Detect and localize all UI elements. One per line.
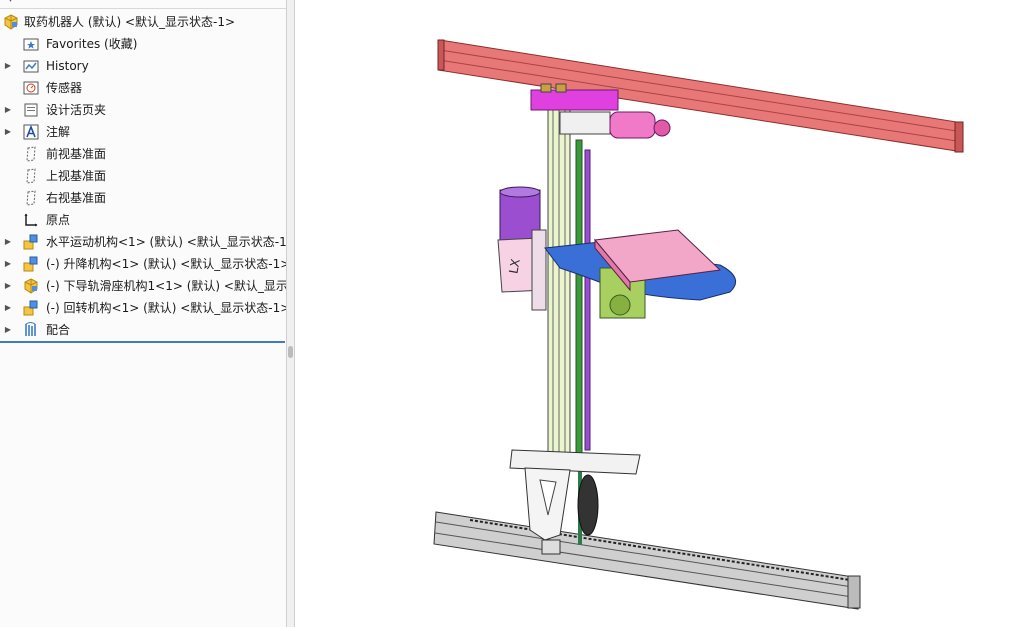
tree-item-label: 设计活页夹	[46, 103, 107, 117]
robot-model[interactable]: LX	[295, 0, 1031, 627]
tree-item-annotations[interactable]: ▶ 注解	[0, 121, 286, 143]
expand-arrow-icon[interactable]: ▶	[4, 297, 12, 319]
tree-item-mates[interactable]: ▶ 配合	[0, 319, 286, 341]
tree-item-front-plane[interactable]: 前视基准面	[0, 143, 286, 165]
favorites-folder-icon	[23, 36, 39, 52]
plane-icon	[23, 168, 39, 184]
part-icon	[23, 278, 39, 294]
tree-item-favorites[interactable]: Favorites (收藏)	[0, 33, 286, 55]
origin-icon	[23, 212, 39, 228]
tree-item-label: 配合	[46, 323, 71, 337]
tree-item-history[interactable]: ▶ History	[0, 55, 286, 77]
tree-item-label: 右视基准面	[46, 191, 107, 205]
expand-arrow-icon[interactable]: ▶	[4, 275, 12, 297]
subassembly-icon	[23, 234, 39, 250]
tree-item-sensors[interactable]: 传感器	[0, 77, 286, 99]
plane-icon	[23, 146, 39, 162]
tree-item-label: (-) 下导轨滑座机构1<1> (默认) <默认_显示状态-1>	[46, 279, 286, 293]
expand-arrow-icon[interactable]: ▶	[4, 253, 12, 275]
feature-manager-tree: ▾ 取药机器人 (默认) <默认_显示状态-1> Favorites (收藏) …	[0, 0, 286, 627]
tree-item-label: 前视基准面	[46, 147, 107, 161]
mates-icon	[23, 322, 39, 338]
assembly-icon	[3, 14, 19, 30]
tree-item-right-plane[interactable]: 右视基准面	[0, 187, 286, 209]
history-folder-icon	[23, 58, 39, 74]
tree-filter-strip: ▾	[0, 0, 286, 9]
filter-dropdown-icon[interactable]: ▾	[8, 0, 13, 5]
sensor-icon	[23, 80, 39, 96]
tree-item-design-binder[interactable]: ▶ 设计活页夹	[0, 99, 286, 121]
subassembly-icon	[23, 300, 39, 316]
expand-arrow-icon[interactable]: ▶	[4, 319, 12, 341]
tree-root-assembly[interactable]: 取药机器人 (默认) <默认_显示状态-1>	[0, 11, 286, 33]
top-rail	[437, 39, 964, 153]
tree-item-label: Favorites (收藏)	[46, 37, 138, 51]
tree-item-rotation-mechanism[interactable]: ▶ (-) 回转机构<1> (默认) <默认_显示状态-1>	[0, 297, 286, 319]
design-binder-icon	[23, 102, 39, 118]
panel-splitter[interactable]	[286, 0, 295, 627]
expand-arrow-icon[interactable]: ▶	[4, 99, 12, 121]
side-motor: LX	[497, 186, 547, 311]
tree-item-lift-mechanism[interactable]: ▶ (-) 升降机构<1> (默认) <默认_显示状态-1>	[0, 253, 286, 275]
annotation-icon	[23, 124, 39, 140]
graphics-viewport[interactable]: LX	[295, 0, 1031, 627]
bottom-rail	[433, 511, 861, 610]
tree-item-label: 注解	[46, 125, 71, 139]
tree-item-horizontal-mechanism[interactable]: ▶ 水平运动机构<1> (默认) <默认_显示状态-1>	[0, 231, 286, 253]
splitter-grip-icon[interactable]	[288, 346, 293, 358]
rollback-bar[interactable]	[0, 341, 285, 343]
tree-item-label: (-) 升降机构<1> (默认) <默认_显示状态-1>	[46, 257, 286, 271]
expand-arrow-icon[interactable]: ▶	[4, 55, 12, 77]
tree-item-top-plane[interactable]: 上视基准面	[0, 165, 286, 187]
tree-item-label: 传感器	[46, 81, 83, 95]
plane-icon	[23, 190, 39, 206]
tree-item-lower-rail-slide[interactable]: ▶ (-) 下导轨滑座机构1<1> (默认) <默认_显示状态-1>	[0, 275, 286, 297]
expand-arrow-icon[interactable]: ▶	[4, 121, 12, 143]
expand-arrow-icon[interactable]: ▶	[4, 231, 12, 253]
tree-item-label: (-) 回转机构<1> (默认) <默认_显示状态-1>	[46, 301, 286, 315]
tree-item-label: 上视基准面	[46, 169, 107, 183]
turntable-assembly	[544, 229, 737, 319]
tree-item-label: 水平运动机构<1> (默认) <默认_显示状态-1>	[46, 235, 286, 249]
tree-item-label: 原点	[46, 213, 71, 227]
tree-item-origin[interactable]: 原点	[0, 209, 286, 231]
subassembly-icon	[23, 256, 39, 272]
tree-root-label: 取药机器人 (默认) <默认_显示状态-1>	[24, 15, 236, 29]
tree-item-label: History	[46, 59, 89, 73]
svg-text:LX: LX	[506, 258, 522, 275]
